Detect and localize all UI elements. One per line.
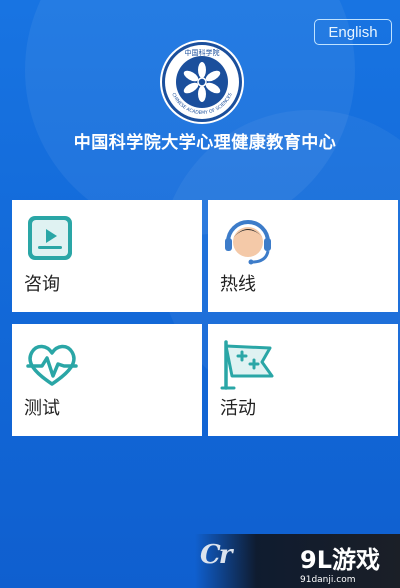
watermark-brand-bottom-text: 9L游戏 — [300, 546, 380, 574]
watermark-site-bottom-text: 91danji.com — [300, 575, 356, 585]
activity-label: 活动 — [220, 398, 256, 419]
hotline-card[interactable]: 热线 — [208, 200, 398, 312]
center-title: 中国科学院大学心理健康教育中心 — [73, 133, 337, 153]
consult-card[interactable]: 咨询 — [12, 200, 202, 312]
consult-label: 咨询 — [24, 274, 60, 295]
headset-agent-icon — [225, 220, 271, 265]
logo-top-text: 中国科学院 — [185, 48, 220, 57]
language-toggle-button[interactable]: English — [314, 19, 392, 45]
video-play-icon — [28, 216, 72, 260]
heart-pulse-icon — [26, 344, 78, 386]
watermark-site-text: 91danji.com — [295, 424, 351, 434]
cr-logo: Cr — [200, 540, 232, 570]
test-card[interactable]: 测试 — [12, 324, 202, 436]
hotline-label: 热线 — [220, 274, 256, 295]
watermark-brand: 9L游戏 91danji.com — [295, 392, 368, 434]
watermark-brand-bottom: 9L游戏 91danji.com — [300, 540, 380, 585]
flag-plus-icon — [220, 340, 274, 390]
cas-logo: 中国科学院 CHINESE ACADEMY OF SCIENCES — [160, 40, 244, 124]
test-label: 测试 — [24, 398, 60, 419]
watermark-brand-text: 9L游戏 — [295, 398, 369, 423]
